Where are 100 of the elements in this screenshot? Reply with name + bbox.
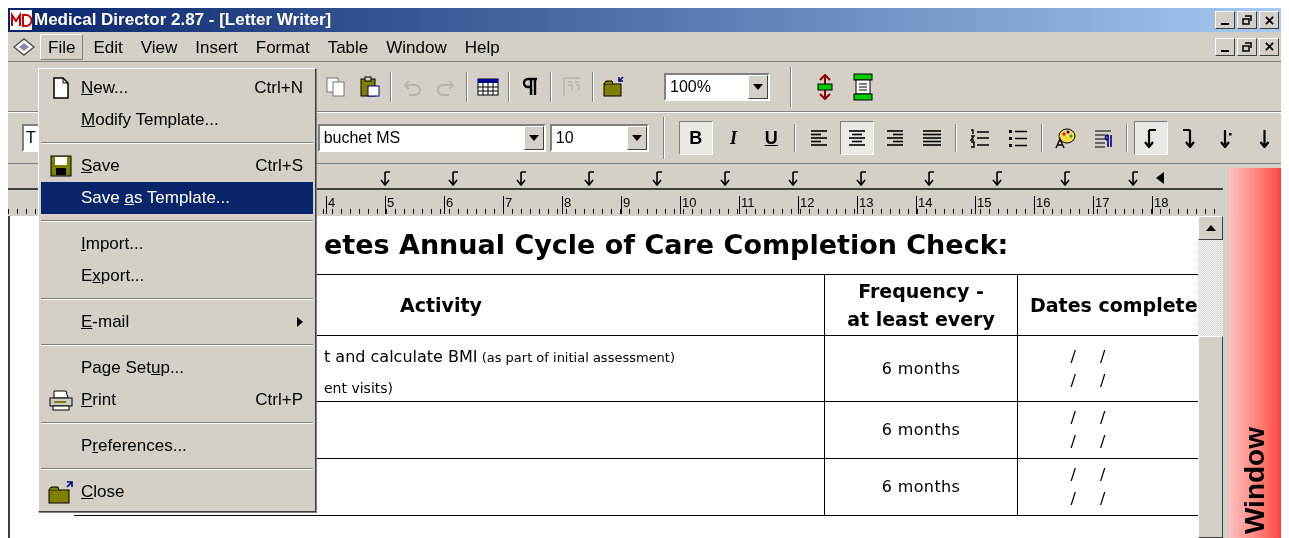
- tab-marker-icon: [584, 170, 596, 186]
- format-button[interactable]: [1134, 121, 1168, 155]
- menu-option[interactable]: Modify Template...: [41, 104, 313, 136]
- menu-option[interactable]: New... Ctrl+N: [41, 72, 313, 104]
- app-logo-icon: [10, 10, 32, 30]
- tab-marker-icon: [380, 170, 392, 186]
- folder-icon: [48, 480, 74, 504]
- menu-option-label: E-mail: [81, 311, 131, 334]
- window-title: Medical Director 2.87 - [Letter Writer]: [34, 9, 332, 32]
- shortcut-label: Ctrl+S: [255, 155, 303, 178]
- ruler-number: 6: [444, 196, 503, 214]
- menu-item[interactable]: View: [132, 33, 186, 60]
- document-restore-button[interactable]: [1237, 37, 1257, 56]
- date-slash: /: [1100, 431, 1106, 453]
- tab-marker-icon: [924, 170, 936, 186]
- document-minimize-button[interactable]: [1215, 37, 1235, 56]
- page-layout-icon[interactable]: [852, 72, 874, 101]
- side-panel[interactable]: Window: [1229, 168, 1281, 538]
- tab-stop-icon: [1144, 128, 1158, 148]
- side-panel-label: Window: [1238, 426, 1271, 534]
- date-slash: /: [1070, 369, 1076, 392]
- palette-icon: [1053, 126, 1078, 150]
- minimize-icon: [1221, 23, 1229, 25]
- vertical-scrollbar[interactable]: [1198, 216, 1223, 538]
- tab-marker-icon: [652, 170, 664, 186]
- menu-option[interactable]: Close: [41, 476, 313, 508]
- menu-item[interactable]: Insert: [187, 33, 246, 60]
- close-button[interactable]: [1259, 11, 1279, 29]
- date-slash: /: [1070, 407, 1076, 429]
- resize-rows-icon[interactable]: [814, 73, 836, 100]
- minimize-button[interactable]: [1215, 11, 1235, 29]
- ruler-number: 11: [739, 196, 798, 214]
- ruler-number: 7: [503, 196, 562, 214]
- menu-option-label: Print: [81, 389, 117, 412]
- menu-option-label: Save as Template...: [81, 187, 232, 210]
- menu-item[interactable]: Table: [319, 33, 377, 60]
- ruler-number: 16: [1034, 196, 1093, 214]
- menu-option-label: Save: [81, 155, 121, 178]
- scroll-thumb[interactable]: [1198, 336, 1223, 538]
- ruler-number: 4: [326, 196, 385, 214]
- document-menu-icon[interactable]: [10, 35, 38, 58]
- dropdown-arrow-icon: [632, 135, 642, 141]
- document-icon: [51, 77, 71, 99]
- menu-item[interactable]: Edit: [85, 33, 131, 60]
- menu-option-label: Modify Template...: [81, 109, 220, 132]
- minimize-icon: [1221, 49, 1229, 52]
- tab-stop-icon: [1258, 128, 1270, 148]
- ruler-number: 12: [798, 196, 857, 214]
- numbered-list-icon: [968, 126, 992, 150]
- ruler-number: 13: [857, 196, 916, 214]
- scroll-up-button[interactable]: [1198, 216, 1223, 240]
- tab-marker-icon: [720, 170, 732, 186]
- date-slash: /: [1070, 431, 1076, 453]
- menu-option[interactable]: Preferences...: [41, 430, 313, 462]
- cell-text: t and calculate BMI (as part of initial assessment): [324, 346, 676, 368]
- dropdown-arrow-icon: [528, 135, 539, 141]
- format-button[interactable]: B: [679, 121, 713, 155]
- menu-option-label: Preferences...: [81, 435, 188, 458]
- tab-marker-icon: [448, 170, 460, 186]
- format-button[interactable]: I: [716, 121, 751, 155]
- close-icon: [1264, 15, 1274, 25]
- restore-icon: [1242, 41, 1252, 52]
- menu-item[interactable]: File: [40, 33, 84, 60]
- restore-icon: [1242, 15, 1252, 25]
- zoom-dropdown[interactable]: 100%: [664, 72, 770, 101]
- date-slash: /: [1070, 345, 1076, 368]
- tab-stop-icon: [1182, 128, 1196, 148]
- ruler-number: 8: [562, 196, 621, 214]
- table-cell-text: 6 months: [881, 419, 961, 441]
- ruler-number: 9: [621, 196, 680, 214]
- menu-option[interactable]: Page Setup...: [41, 352, 313, 384]
- font-size-dropdown[interactable]: 10: [549, 124, 649, 152]
- table-cell-text: 6 months: [881, 476, 961, 498]
- tab-marker-icon: [1060, 170, 1072, 186]
- menu-option-label: Page Setup...: [81, 357, 186, 380]
- font-dropdown[interactable]: buchet MS: [317, 124, 546, 152]
- menu-option[interactable]: Import...: [41, 228, 313, 260]
- up-arrow-icon: [1205, 225, 1216, 231]
- menu-option-label: New...: [81, 77, 130, 100]
- ruler-number: 5: [385, 196, 444, 214]
- tab-marker-icon: [992, 170, 1004, 186]
- format-button[interactable]: [839, 121, 874, 155]
- menu-item[interactable]: Window: [378, 33, 455, 60]
- tab-marker-icon: [516, 170, 528, 186]
- menu-item[interactable]: Help: [456, 33, 508, 60]
- table-cell-text: 6 months: [881, 357, 961, 380]
- menu-option[interactable]: Save Ctrl+S: [41, 150, 313, 182]
- menu-item[interactable]: Format: [247, 33, 318, 60]
- tab-stop-icon: [1219, 128, 1233, 148]
- document-close-button[interactable]: [1259, 37, 1279, 56]
- date-slash: /: [1070, 464, 1076, 486]
- document-heading: etes Annual Cycle of Care Completion Check:: [324, 227, 1009, 262]
- restore-button[interactable]: [1237, 11, 1257, 29]
- menu-option[interactable]: Print Ctrl+P: [41, 384, 313, 416]
- menu-option[interactable]: Save as Template...: [41, 182, 313, 214]
- submenu-arrow-icon: [297, 317, 303, 327]
- format-button[interactable]: U: [754, 121, 789, 155]
- dropdown-arrow-icon: [753, 83, 763, 90]
- ruler-number: 15: [975, 196, 1034, 214]
- menu-option-label: Close: [81, 481, 126, 504]
